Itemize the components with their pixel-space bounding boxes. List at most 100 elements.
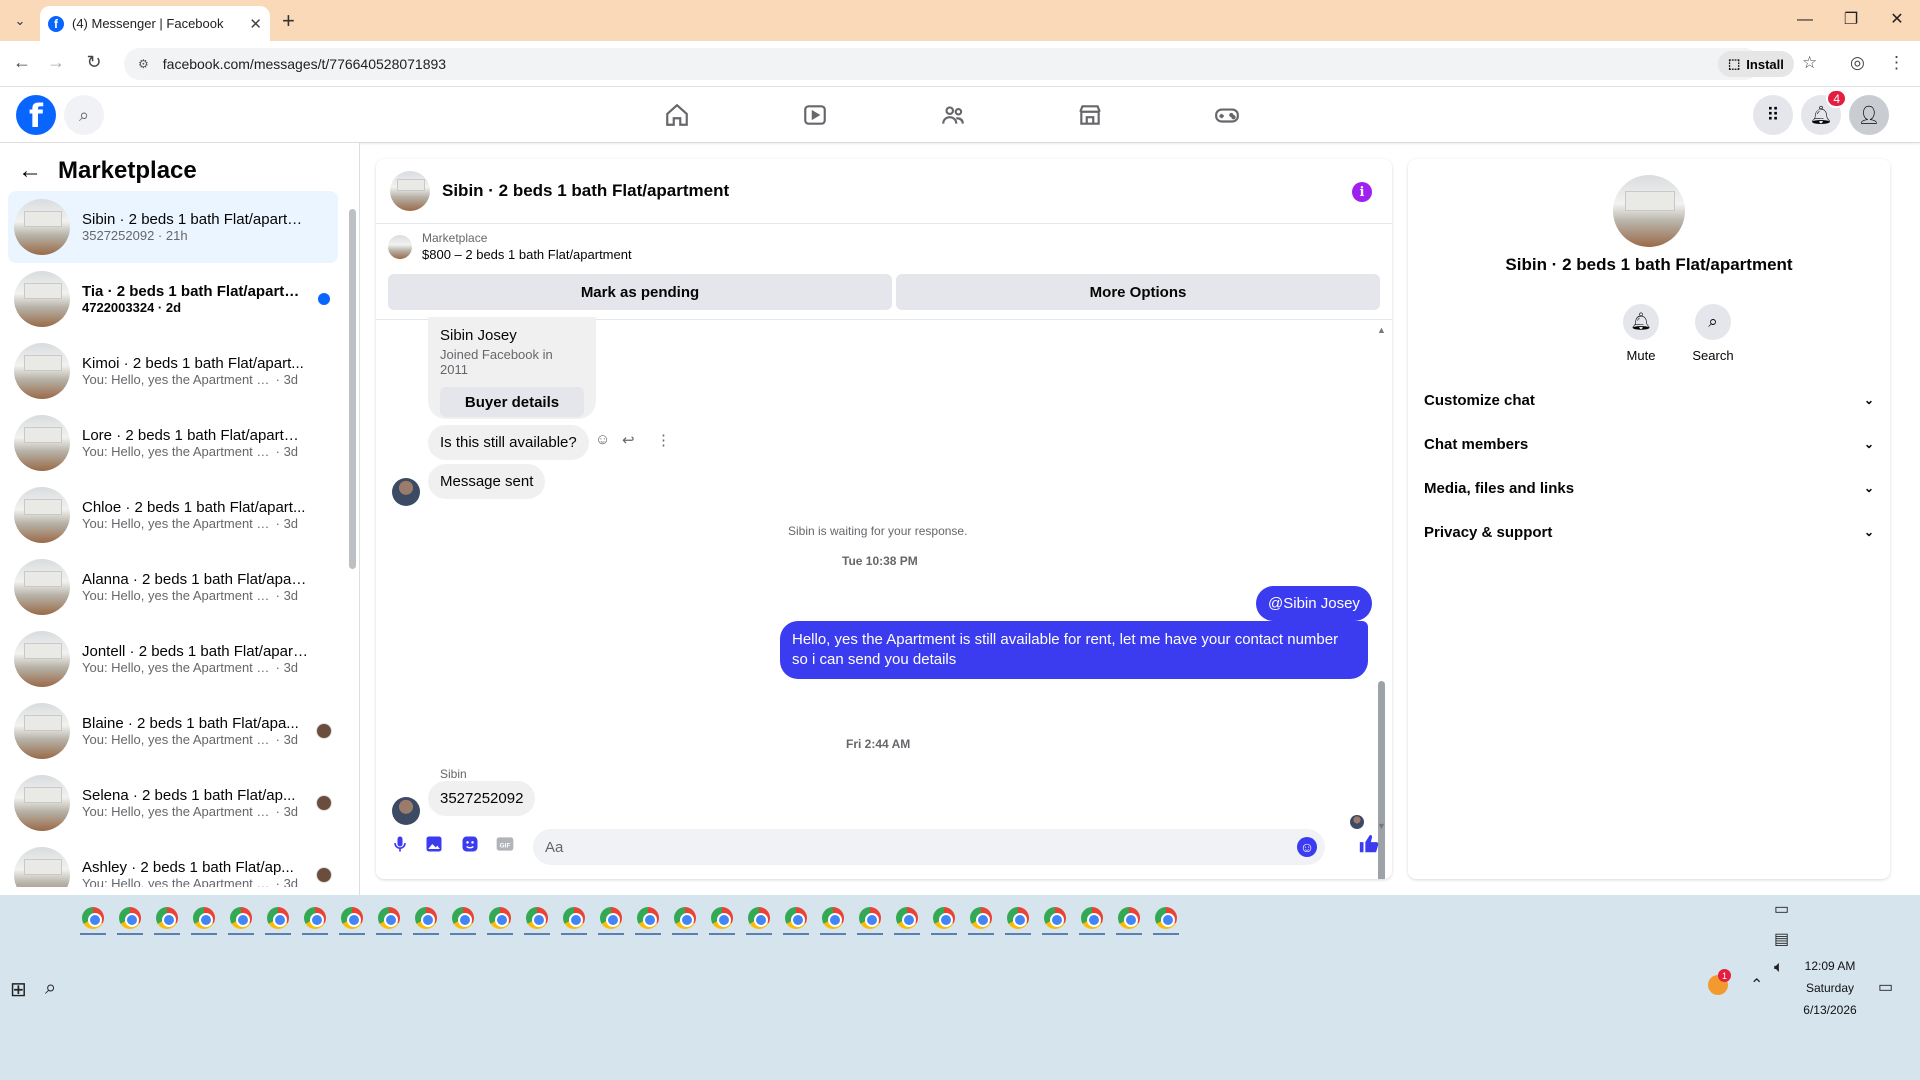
search-icon[interactable]: ⌕ [64, 95, 104, 135]
close-window-icon[interactable]: ✕ [1874, 6, 1920, 34]
taskbar-chrome-icon[interactable] [489, 907, 511, 929]
tab-search-icon[interactable]: ⌄ [8, 9, 32, 33]
message-input[interactable]: Aa ☺ [533, 829, 1325, 865]
conversation-item[interactable]: Tia · 2 beds 1 bath Flat/apartm... 472200… [8, 263, 338, 335]
tab-close-icon[interactable]: ✕ [249, 15, 262, 33]
taskbar-chrome-icon[interactable] [193, 907, 215, 929]
conversation-item[interactable]: Alanna · 2 beds 1 bath Flat/apart... You:… [8, 551, 338, 623]
tray-display-icon[interactable]: ▤ [1774, 929, 1789, 949]
gif-icon[interactable]: GIF [494, 833, 516, 855]
search-conversation-button[interactable]: ⌕ Search [1683, 304, 1743, 363]
reload-icon[interactable]: ↻ [82, 52, 106, 73]
taskbar-chrome-icon[interactable] [1155, 907, 1177, 929]
mark-as-pending-button[interactable]: Mark as pending [388, 274, 892, 310]
notification-center-icon[interactable]: ▭ [1878, 977, 1893, 997]
gaming-icon[interactable] [1211, 99, 1243, 131]
conversation-item[interactable]: Lore · 2 beds 1 bath Flat/apartm... You: … [8, 407, 338, 479]
react-emoji-icon[interactable]: ☺ [595, 431, 610, 448]
windows-start-icon[interactable]: ⊞ [10, 977, 27, 1002]
groups-icon[interactable] [937, 99, 969, 131]
mute-button[interactable]: 🔔︎ Mute [1611, 304, 1671, 363]
site-info-icon[interactable]: ⚙ [138, 57, 149, 71]
account-avatar[interactable]: 👤︎ [1849, 95, 1889, 135]
taskbar-chrome-icon[interactable] [1044, 907, 1066, 929]
video-icon[interactable] [799, 99, 831, 131]
taskbar-chrome-icon[interactable] [304, 907, 326, 929]
taskbar-chrome-icon[interactable] [600, 907, 622, 929]
conversation-item[interactable]: Selena · 2 beds 1 bath Flat/ap... You: He… [8, 767, 338, 839]
taskbar-chrome-icon[interactable] [341, 907, 363, 929]
clock-time[interactable]: 12:09 AM [1790, 959, 1870, 973]
conversation-item[interactable]: Jontell · 2 beds 1 bath Flat/apart... You… [8, 623, 338, 695]
url-bar[interactable]: ⚙ facebook.com/messages/t/77664052807189… [124, 48, 1760, 80]
tray-app-icon[interactable]: 1 [1708, 969, 1731, 995]
chat-members-row[interactable]: Chat members ⌄ [1424, 422, 1874, 466]
buyer-details-button[interactable]: Buyer details [440, 387, 584, 417]
message-bubble-sent[interactable]: Message sent [428, 464, 546, 499]
install-button[interactable]: ⬚ Install [1718, 51, 1794, 77]
reply-bubble[interactable]: Hello, yes the Apartment is still availa… [780, 621, 1368, 679]
taskbar-chrome-icon[interactable] [119, 907, 141, 929]
taskbar-chrome-icon[interactable] [1007, 907, 1029, 929]
sidebar-scrollbar[interactable] [349, 209, 356, 569]
marketplace-listing-banner[interactable]: Marketplace $800 – 2 beds 1 bath Flat/ap… [388, 231, 632, 262]
like-thumb-icon[interactable] [1358, 833, 1380, 855]
taskbar-chrome-icon[interactable] [1118, 907, 1140, 929]
taskbar-chrome-icon[interactable] [267, 907, 289, 929]
sticker-icon[interactable] [459, 833, 481, 855]
customize-chat-row[interactable]: Customize chat ⌄ [1424, 378, 1874, 422]
browser-tab[interactable]: f (4) Messenger | Facebook ✕ [40, 6, 270, 41]
new-tab-icon[interactable]: + [282, 8, 295, 34]
conversation-item[interactable]: Blaine · 2 beds 1 bath Flat/apa... You: H… [8, 695, 338, 767]
show-hidden-icons-icon[interactable]: ⌃ [1750, 975, 1763, 995]
sender-avatar[interactable] [392, 478, 420, 506]
back-icon[interactable]: ← [10, 52, 34, 73]
facebook-logo-icon[interactable]: f [16, 95, 56, 135]
taskbar-chrome-icon[interactable] [859, 907, 881, 929]
info-icon[interactable]: i [1352, 182, 1372, 202]
taskbar-chrome-icon[interactable] [82, 907, 104, 929]
taskbar-chrome-icon[interactable] [970, 907, 992, 929]
taskbar-chrome-icon[interactable] [711, 907, 733, 929]
taskbar-chrome-icon[interactable] [785, 907, 807, 929]
conversation-item[interactable]: Kimoi · 2 beds 1 bath Flat/apart... You: … [8, 335, 338, 407]
menu-grid-icon[interactable]: ⠿ [1753, 95, 1793, 135]
conversation-item[interactable]: Ashley · 2 beds 1 bath Flat/ap... You: He… [8, 839, 338, 887]
photo-icon[interactable] [423, 833, 445, 855]
microphone-icon[interactable] [389, 833, 411, 855]
message-bubble-available[interactable]: Is this still available? [428, 425, 589, 460]
taskbar-chrome-icon[interactable] [748, 907, 770, 929]
conversation-item[interactable]: Sibin · 2 beds 1 bath Flat/apartm... 3527… [8, 191, 338, 263]
minimize-icon[interactable]: — [1782, 6, 1828, 34]
more-actions-icon[interactable]: ⋮ [656, 431, 671, 449]
browser-menu-icon[interactable]: ⋮ [1888, 53, 1905, 73]
privacy-support-row[interactable]: Privacy & support ⌄ [1424, 510, 1874, 554]
restore-icon[interactable]: ❐ [1828, 6, 1874, 34]
back-arrow-icon[interactable]: ← [18, 157, 42, 185]
taskbar-chrome-icon[interactable] [896, 907, 918, 929]
taskbar-search-icon[interactable]: ⌕ [45, 977, 56, 1000]
profile-icon[interactable]: ◎ [1850, 53, 1865, 73]
notifications-bell-icon[interactable]: 🔔︎ 4 [1801, 89, 1847, 135]
tray-device-icon[interactable]: ▭ [1774, 899, 1789, 919]
taskbar-chrome-icon[interactable] [452, 907, 474, 929]
scroll-up-arrow-icon[interactable]: ▲ [1377, 325, 1386, 335]
emoji-icon[interactable]: ☺ [1297, 837, 1317, 857]
reply-icon[interactable]: ↩ [622, 431, 635, 449]
taskbar-chrome-icon[interactable] [230, 907, 252, 929]
message-bubble-phone[interactable]: 3527252092 [428, 781, 536, 816]
taskbar-chrome-icon[interactable] [563, 907, 585, 929]
volume-icon[interactable]: 🔈︎ [1774, 959, 1784, 977]
taskbar-chrome-icon[interactable] [526, 907, 548, 929]
taskbar-chrome-icon[interactable] [1081, 907, 1103, 929]
taskbar-chrome-icon[interactable] [156, 907, 178, 929]
more-options-button[interactable]: More Options [896, 274, 1380, 310]
taskbar-chrome-icon[interactable] [933, 907, 955, 929]
taskbar-chrome-icon[interactable] [637, 907, 659, 929]
marketplace-icon[interactable] [1074, 99, 1106, 131]
taskbar-chrome-icon[interactable] [674, 907, 696, 929]
taskbar-chrome-icon[interactable] [378, 907, 400, 929]
media-files-links-row[interactable]: Media, files and links ⌄ [1424, 466, 1874, 510]
home-icon[interactable] [661, 99, 693, 131]
forward-icon[interactable]: → [44, 52, 68, 73]
